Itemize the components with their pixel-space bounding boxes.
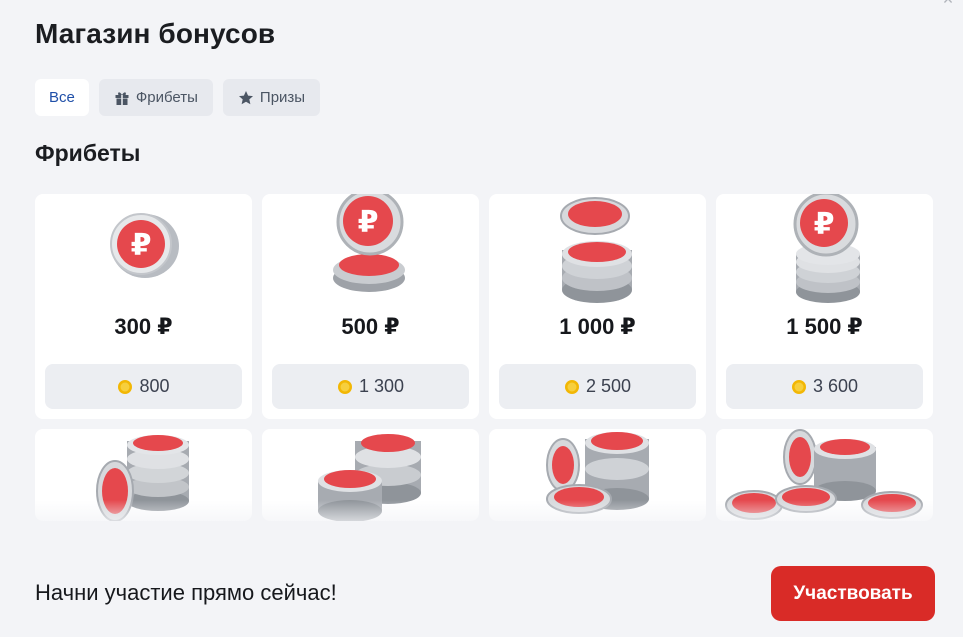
tab-label: Фрибеты [135,89,198,106]
gold-coin-icon [118,379,133,394]
svg-text:₽: ₽ [131,228,152,263]
svg-text:₽: ₽ [814,207,835,242]
tab-label: Все [49,89,75,106]
tab-all[interactable]: Все [35,79,89,116]
price-label: 3 600 [812,376,859,396]
category-tabs: Все Фрибеты Призы [35,79,321,116]
footer-text: Начни участие прямо сейчас! [35,580,337,605]
freebet-grid: ₽ 300 ₽ 800 ₽ 500 ₽ 1 300 1 000 ₽ 2 500 … [35,194,933,521]
gold-coin-icon [564,379,579,394]
tab-freebets[interactable]: Фрибеты [98,79,213,116]
gold-coin-icon [337,379,352,394]
price-label: 2 500 [585,376,632,396]
freebet-amount: 300 ₽ [114,314,173,339]
svg-text:₽: ₽ [358,205,379,240]
star-icon [238,90,254,106]
freebet-card[interactable]: ₽ 500 ₽ 1 300 [262,194,479,419]
ruble-coin-single-icon: ₽ [110,213,179,278]
ruble-coin-stack-large-icon: ₽ [793,194,860,303]
page-title: Магазин бонусов [35,18,276,49]
freebet-card[interactable]: ₽ 1 500 ₽ 3 600 [716,194,933,419]
close-icon[interactable]: × [937,0,959,8]
scroll-fade [0,500,963,540]
gold-coin-icon [791,379,806,394]
price-label: 800 [139,376,170,396]
freebet-amount: 1 000 ₽ [559,314,636,339]
freebet-amount: 1 500 ₽ [786,314,863,339]
freebet-amount: 500 ₽ [341,314,400,339]
buy-button[interactable]: 3 600 [726,364,923,409]
buy-button[interactable]: 800 [45,364,242,409]
freebet-card[interactable]: ₽ 300 ₽ 800 [35,194,252,419]
freebet-card[interactable]: 1 000 ₽ 2 500 [489,194,706,419]
participate-button[interactable]: Участвовать [771,566,935,621]
price-label: 1 300 [358,376,405,396]
ruble-coin-stack-medium-icon [560,197,632,303]
section-title: Фрибеты [35,140,141,166]
ruble-coin-stack-small-icon: ₽ [333,194,405,292]
buy-button[interactable]: 2 500 [499,364,696,409]
gift-icon [114,90,130,106]
tab-label: Призы [259,89,306,106]
tab-prizes[interactable]: Призы [222,79,321,116]
buy-button[interactable]: 1 300 [272,364,469,409]
